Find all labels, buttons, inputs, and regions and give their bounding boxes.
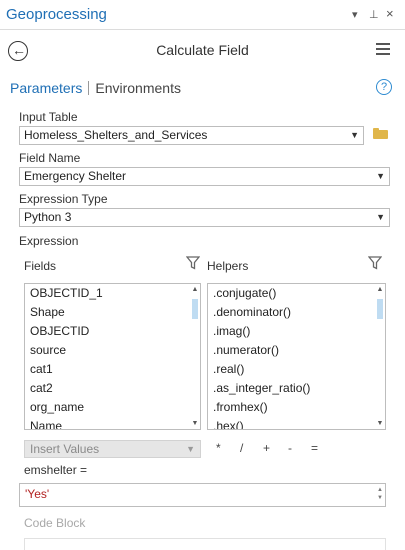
scroll-up-icon[interactable]: ▲ <box>191 286 199 293</box>
pane-titlebar: Geoprocessing ▾ ⊥ × <box>0 0 405 30</box>
close-icon[interactable]: × <box>386 6 394 21</box>
insert-values-dropdown: Insert Values ▼ <box>24 440 201 458</box>
tool-title: Calculate Field <box>156 42 249 58</box>
field-name-label: Field Name <box>19 151 81 165</box>
list-item[interactable]: source <box>25 341 200 360</box>
list-item[interactable]: .hex() <box>208 417 385 429</box>
chevron-down-icon: ▼ <box>350 130 359 140</box>
code-block-editor[interactable] <box>24 538 386 550</box>
operator-multiply-button[interactable]: * <box>216 441 221 455</box>
expression-label: Expression <box>19 234 79 248</box>
scroll-down-icon[interactable]: ▼ <box>376 420 384 427</box>
expression-type-dropdown[interactable]: Python 3 ▼ <box>19 208 390 227</box>
expression-editor[interactable]: 'Yes' ▲ ▼ <box>19 483 386 507</box>
insert-values-label: Insert Values <box>30 442 100 456</box>
list-item[interactable]: Shape <box>25 303 200 322</box>
expression-target-label: emshelter = <box>24 463 88 477</box>
input-table-dropdown[interactable]: Homeless_Shelters_and_Services ▼ <box>19 126 364 145</box>
tool-header: ← Calculate Field <box>0 32 405 70</box>
list-item[interactable]: .conjugate() <box>208 284 385 303</box>
scroll-up-icon[interactable]: ▲ <box>376 286 384 293</box>
filter-icon[interactable] <box>368 256 382 270</box>
list-item[interactable]: OBJECTID <box>25 322 200 341</box>
expression-value: 'Yes' <box>25 487 50 501</box>
list-item[interactable]: .imag() <box>208 322 385 341</box>
expression-type-label: Expression Type <box>19 192 108 206</box>
operator-subtract-button[interactable]: - <box>288 441 292 455</box>
chevron-down-icon: ▼ <box>186 444 195 454</box>
chevron-down-icon: ▼ <box>376 171 385 181</box>
fields-label: Fields <box>24 259 57 273</box>
tab-environments[interactable]: Environments <box>95 80 181 96</box>
operator-add-button[interactable]: + <box>263 441 270 455</box>
list-item[interactable]: .fromhex() <box>208 398 385 417</box>
list-item[interactable]: .numerator() <box>208 341 385 360</box>
tool-tabs: Parameters Environments <box>10 80 181 98</box>
list-item[interactable]: Name <box>25 417 200 429</box>
menu-icon <box>376 43 390 45</box>
helpers-label: Helpers <box>207 259 249 273</box>
list-item[interactable]: .real() <box>208 360 385 379</box>
tool-menu-button[interactable] <box>376 43 390 55</box>
pane-title: Geoprocessing <box>6 6 107 23</box>
list-item[interactable]: .as_integer_ratio() <box>208 379 385 398</box>
expression-type-value: Python 3 <box>24 210 72 224</box>
code-block-label: Code Block <box>24 516 86 530</box>
fields-list[interactable]: OBJECTID_1 Shape OBJECTID source cat1 ca… <box>24 283 201 430</box>
scroll-down-icon[interactable]: ▼ <box>191 420 199 427</box>
fields-scrollbar[interactable]: ▲ ▼ <box>191 285 199 428</box>
helpers-scrollbar[interactable]: ▲ ▼ <box>376 285 384 428</box>
field-name-value: Emergency Shelter <box>24 169 127 183</box>
input-table-label: Input Table <box>19 110 78 124</box>
operator-divide-button[interactable]: / <box>240 441 243 455</box>
filter-icon[interactable] <box>186 256 200 270</box>
list-item[interactable]: cat2 <box>25 379 200 398</box>
field-name-combobox[interactable]: Emergency Shelter ▼ <box>19 167 390 186</box>
list-item[interactable]: cat1 <box>25 360 200 379</box>
helpers-list[interactable]: .conjugate() .denominator() .imag() .num… <box>207 283 386 430</box>
scrollbar-thumb[interactable] <box>192 299 198 319</box>
expression-scrollbar[interactable]: ▲ ▼ <box>377 486 383 502</box>
chevron-down-icon: ▼ <box>376 212 385 222</box>
help-icon[interactable]: ? <box>376 79 392 95</box>
operator-equals-button[interactable]: = <box>311 441 318 455</box>
input-table-value: Homeless_Shelters_and_Services <box>24 128 208 142</box>
list-item[interactable]: OBJECTID_1 <box>25 284 200 303</box>
pane-options-dropdown[interactable]: ▾ <box>352 8 358 21</box>
browse-folder-icon[interactable] <box>373 128 388 139</box>
tab-divider <box>88 81 90 95</box>
list-item[interactable]: org_name <box>25 398 200 417</box>
tab-parameters[interactable]: Parameters <box>10 80 82 96</box>
scrollbar-thumb[interactable] <box>377 299 383 319</box>
pin-icon[interactable]: ⊥ <box>369 8 379 21</box>
list-item[interactable]: .denominator() <box>208 303 385 322</box>
